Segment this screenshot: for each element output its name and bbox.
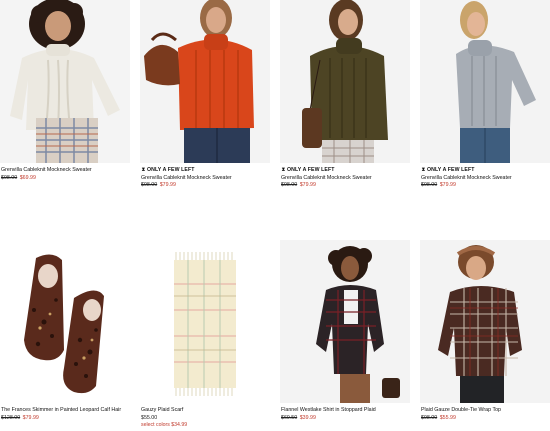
sale-price: $79.99 (22, 415, 39, 421)
hourglass-icon: ⧗ (281, 167, 286, 173)
product-price: $98.00 $79.99 (421, 182, 456, 188)
original-price: $128.00 (1, 415, 21, 421)
stock-badge-label: ONLY A FEW LEFT (427, 167, 475, 173)
stock-badge-label: ONLY A FEW LEFT (287, 167, 335, 173)
product-name[interactable]: Gauzy Plaid Scarf (141, 407, 183, 413)
hourglass-icon: ⧗ (141, 167, 146, 173)
sale-price: $69.99 (19, 175, 36, 181)
sale-price: $39.99 (299, 415, 316, 421)
product-price: $55.00 (141, 415, 157, 421)
product-card[interactable]: Plaid Gauze Double-Tie Wrap Top $98.00 $… (420, 240, 550, 421)
product-price: $128.00 $79.99 (1, 415, 39, 421)
product-name[interactable]: The Frances Skimmer in Painted Leopard C… (1, 407, 121, 413)
product-price: $69.50 $39.99 (281, 415, 316, 421)
original-price: $98.00 (1, 175, 18, 181)
original-price: $98.00 (421, 415, 438, 421)
product-card[interactable]: ⧗ ONLY A FEW LEFT Grenvilla Cableknit Moc… (280, 0, 410, 188)
product-image[interactable] (280, 0, 410, 163)
stock-badge: ⧗ ONLY A FEW LEFT (421, 167, 475, 174)
hourglass-icon: ⧗ (421, 167, 426, 173)
product-price: $98.00 $55.99 (421, 415, 456, 421)
product-card[interactable]: Gauzy Plaid Scarf $55.00 select colors $… (140, 240, 270, 428)
product-name[interactable]: Grenvilla Cableknit Mockneck Sweater (1, 167, 92, 173)
product-price: $98.00 $79.99 (141, 182, 176, 188)
product-price: $98.00 $69.99 (1, 175, 36, 181)
product-card[interactable]: Flannel Westlake Shirt in Stoppard Plaid… (280, 240, 410, 421)
product-image[interactable] (0, 240, 130, 403)
original-price: $98.00 (421, 182, 438, 188)
sale-price: $79.99 (439, 182, 456, 188)
stock-badge: ⧗ ONLY A FEW LEFT (281, 167, 335, 174)
sale-price: $79.99 (159, 182, 176, 188)
product-image[interactable] (280, 240, 410, 403)
product-card[interactable]: ⧗ ONLY A FEW LEFT Grenvilla Cableknit Moc… (420, 0, 550, 188)
product-image[interactable] (420, 240, 550, 403)
product-image[interactable] (140, 0, 270, 163)
product-card[interactable]: The Frances Skimmer in Painted Leopard C… (0, 240, 130, 421)
product-image[interactable] (420, 0, 550, 163)
product-grid: Grenvilla Cableknit Mockneck Sweater $98… (0, 0, 550, 431)
original-price: $98.00 (281, 182, 298, 188)
stock-badge: ⧗ ONLY A FEW LEFT (141, 167, 195, 174)
product-name[interactable]: Grenvilla Cableknit Mockneck Sweater (281, 175, 372, 181)
product-image[interactable] (140, 240, 270, 403)
product-card[interactable]: Grenvilla Cableknit Mockneck Sweater $98… (0, 0, 130, 181)
product-name[interactable]: Grenvilla Cableknit Mockneck Sweater (141, 175, 232, 181)
regular-price: $55.00 (141, 415, 158, 421)
sale-price: $79.99 (299, 182, 316, 188)
product-image[interactable] (0, 0, 130, 163)
product-card[interactable]: ⧗ ONLY A FEW LEFT Grenvilla Cableknit Moc… (140, 0, 270, 188)
product-price: $98.00 $79.99 (281, 182, 316, 188)
select-colors-price: select colors $34.99 (141, 422, 188, 428)
sale-price: $55.99 (439, 415, 456, 421)
original-price: $69.50 (281, 415, 298, 421)
product-name[interactable]: Flannel Westlake Shirt in Stoppard Plaid (281, 407, 376, 413)
product-name[interactable]: Grenvilla Cableknit Mockneck Sweater (421, 175, 512, 181)
original-price: $98.00 (141, 182, 158, 188)
product-name[interactable]: Plaid Gauze Double-Tie Wrap Top (421, 407, 501, 413)
stock-badge-label: ONLY A FEW LEFT (147, 167, 195, 173)
